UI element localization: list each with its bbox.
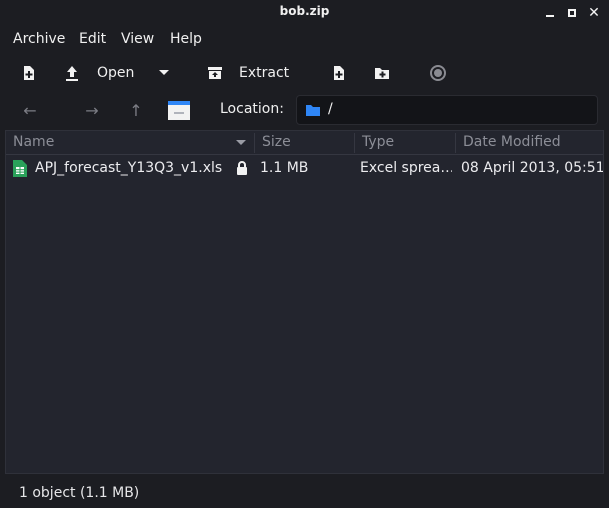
column-divider[interactable] <box>254 133 255 153</box>
sort-descending-icon <box>236 140 246 145</box>
arrow-right-icon: → <box>85 100 99 120</box>
toolbar: Open Extract <box>0 54 609 92</box>
column-size[interactable]: Size <box>262 131 352 155</box>
title-bar: bob.zip ✕ <box>0 0 609 26</box>
arrow-left-icon: ← <box>23 100 37 120</box>
menu-bar: Archive Edit View Help <box>0 26 609 54</box>
new-archive-button[interactable] <box>22 60 36 86</box>
new-archive-icon <box>24 66 34 80</box>
spreadsheet-icon <box>13 160 27 177</box>
minimize-button[interactable] <box>540 3 560 23</box>
window-title: bob.zip <box>279 4 330 18</box>
menu-help[interactable]: Help <box>170 31 202 47</box>
column-date-label: Date Modified <box>463 134 561 150</box>
arrow-up-icon: ↑ <box>129 100 143 120</box>
menu-archive[interactable]: Archive <box>13 31 65 47</box>
add-file-button[interactable] <box>332 60 346 86</box>
upload-icon <box>66 66 78 81</box>
location-label: Location: <box>220 101 284 117</box>
folder-icon <box>168 101 190 120</box>
back-button[interactable]: ← <box>20 100 40 120</box>
location-path: / <box>328 101 333 117</box>
file-size: 1.1 MB <box>260 160 309 176</box>
file-list[interactable]: Name Size Type Date Modified APJ_forecas… <box>5 130 604 474</box>
add-file-icon <box>334 66 344 80</box>
add-folder-button[interactable] <box>374 60 390 86</box>
column-type-label: Type <box>362 134 395 150</box>
minimize-icon <box>546 15 554 17</box>
column-size-label: Size <box>262 134 291 150</box>
file-date-modified: 08 April 2013, 05:51 <box>461 160 603 176</box>
column-name-label: Name <box>13 134 55 150</box>
column-header: Name Size Type Date Modified <box>6 131 603 155</box>
table-row[interactable]: APJ_forecast_Y13Q3_v1.xls 1.1 MB Excel s… <box>6 156 603 180</box>
stop-button[interactable] <box>430 60 446 86</box>
column-divider[interactable] <box>354 133 355 153</box>
close-button[interactable]: ✕ <box>584 3 604 23</box>
column-type[interactable]: Type <box>362 131 452 155</box>
extract-label: Extract <box>239 65 290 81</box>
folder-icon <box>306 105 320 116</box>
add-folder-icon <box>375 68 389 79</box>
menu-view[interactable]: View <box>121 31 154 47</box>
close-icon: ✕ <box>588 5 600 21</box>
column-date-modified[interactable]: Date Modified <box>463 131 601 155</box>
home-folder-button[interactable] <box>167 98 191 122</box>
open-button[interactable]: Open <box>64 60 134 86</box>
file-name: APJ_forecast_Y13Q3_v1.xls <box>35 160 223 176</box>
maximize-icon <box>568 9 576 17</box>
open-dropdown-button[interactable] <box>158 60 170 86</box>
status-bar: 1 object (1.1 MB) <box>0 476 609 508</box>
menu-edit[interactable]: Edit <box>79 31 106 47</box>
column-divider[interactable] <box>455 133 456 153</box>
file-type: Excel sprea… <box>360 160 452 176</box>
extract-button[interactable]: Extract <box>207 60 289 86</box>
lock-icon <box>237 161 247 175</box>
chevron-down-icon <box>159 70 169 75</box>
location-field[interactable]: / <box>296 95 598 125</box>
stop-icon <box>430 65 446 81</box>
extract-icon <box>208 67 222 79</box>
up-button[interactable]: ↑ <box>126 100 146 120</box>
column-name[interactable]: Name <box>13 131 253 155</box>
maximize-button[interactable] <box>562 3 582 23</box>
location-bar: ← → ↑ Location: / <box>0 92 609 128</box>
forward-button[interactable]: → <box>82 100 102 120</box>
status-text: 1 object (1.1 MB) <box>19 485 140 501</box>
open-label: Open <box>97 65 135 81</box>
